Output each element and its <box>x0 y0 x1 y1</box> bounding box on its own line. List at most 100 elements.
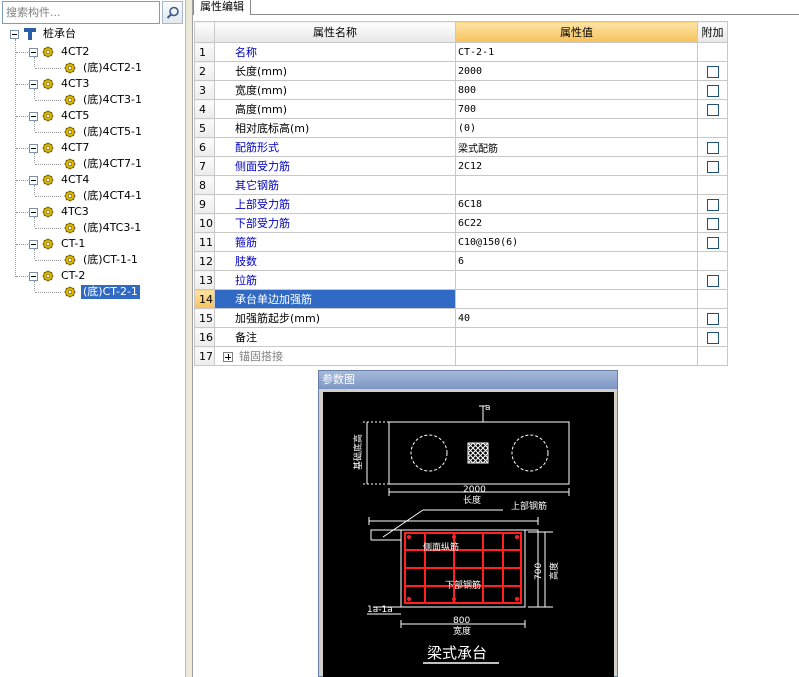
collapse-toggle[interactable] <box>29 47 38 57</box>
extra-checkbox[interactable] <box>706 274 719 287</box>
property-name[interactable]: 下部受力筋 <box>214 213 456 233</box>
tree-node-4ct5[interactable]: 4CT5 <box>29 108 91 124</box>
tree-leaf-ct-2-1[interactable]: (底)CT-2-1 <box>64 284 140 300</box>
tree-leaf-4tc3-1[interactable]: (底)4TC3-1 <box>64 220 143 236</box>
property-value[interactable]: 40 <box>455 308 698 328</box>
tree-leaf-4ct2-1[interactable]: (底)4CT2-1 <box>64 60 144 76</box>
extra-checkbox[interactable] <box>706 331 719 344</box>
extra-cell[interactable] <box>697 156 728 176</box>
property-value[interactable] <box>455 270 698 290</box>
property-name[interactable]: 高度(mm) <box>214 99 456 119</box>
property-value[interactable]: 梁式配筋 <box>455 137 698 157</box>
collapse-toggle[interactable] <box>29 207 38 217</box>
panel-splitter[interactable] <box>186 0 193 677</box>
property-row[interactable]: 10 下部受力筋 6C22 <box>194 213 728 233</box>
extra-cell[interactable] <box>697 308 728 328</box>
property-value-header[interactable]: 属性值 <box>455 21 698 43</box>
property-row[interactable]: 14 承台单边加强筋 <box>194 289 728 309</box>
property-row[interactable]: 13 拉筋 <box>194 270 728 290</box>
property-name[interactable]: 长度(mm) <box>214 61 456 81</box>
tree-leaf-4ct4-1[interactable]: (底)4CT4-1 <box>64 188 144 204</box>
extra-cell[interactable] <box>697 99 728 119</box>
property-value[interactable] <box>455 175 698 195</box>
expand-icon[interactable] <box>223 352 233 362</box>
property-name[interactable]: 其它钢筋 <box>214 175 456 195</box>
property-value[interactable] <box>455 289 698 309</box>
param-diagram-title[interactable]: 参数图 <box>319 371 617 389</box>
tree-leaf-4ct7-1[interactable]: (底)4CT7-1 <box>64 156 144 172</box>
extra-header[interactable]: 附加 <box>697 21 728 43</box>
property-name[interactable]: 配筋形式 <box>214 137 456 157</box>
property-row[interactable]: 17 锚固搭接 <box>194 346 728 366</box>
collapse-toggle[interactable] <box>29 271 38 281</box>
property-value[interactable]: 2000 <box>455 61 698 81</box>
property-value[interactable]: (0) <box>455 118 698 138</box>
extra-cell[interactable] <box>697 80 728 100</box>
extra-checkbox[interactable] <box>706 65 719 78</box>
property-name[interactable]: 承台单边加强筋 <box>214 289 456 309</box>
collapse-toggle[interactable] <box>29 143 38 153</box>
tree-node-4ct3[interactable]: 4CT3 <box>29 76 91 92</box>
property-value[interactable]: 6 <box>455 251 698 271</box>
extra-checkbox[interactable] <box>706 160 719 173</box>
extra-cell[interactable] <box>697 194 728 214</box>
property-row[interactable]: 3 宽度(mm) 800 <box>194 80 728 100</box>
property-row[interactable]: 6 配筋形式 梁式配筋 <box>194 137 728 157</box>
property-value[interactable]: 700 <box>455 99 698 119</box>
extra-checkbox[interactable] <box>706 236 719 249</box>
property-value[interactable]: 6C18 <box>455 194 698 214</box>
property-row[interactable]: 15 加强筋起步(mm) 40 <box>194 308 728 328</box>
extra-checkbox[interactable] <box>706 312 719 325</box>
property-name[interactable]: 备注 <box>214 327 456 347</box>
property-name-header[interactable]: 属性名称 <box>214 21 456 43</box>
property-value[interactable]: 2C12 <box>455 156 698 176</box>
property-name[interactable]: 侧面受力筋 <box>214 156 456 176</box>
tree-node-4tc3[interactable]: 4TC3 <box>29 204 91 220</box>
property-row[interactable]: 12 肢数 6 <box>194 251 728 271</box>
property-name[interactable]: 箍筋 <box>214 232 456 252</box>
collapse-toggle[interactable] <box>29 111 38 121</box>
tree-node-4ct2[interactable]: 4CT2 <box>29 44 91 60</box>
collapse-toggle[interactable] <box>29 239 38 249</box>
tree-root[interactable]: 桩承台 <box>10 26 78 42</box>
extra-checkbox[interactable] <box>706 217 719 230</box>
property-value[interactable] <box>455 346 698 366</box>
collapse-toggle[interactable] <box>29 175 38 185</box>
property-name[interactable]: 拉筋 <box>214 270 456 290</box>
property-name[interactable]: 名称 <box>214 42 456 62</box>
extra-checkbox[interactable] <box>706 84 719 97</box>
tree-leaf-4ct5-1[interactable]: (底)4CT5-1 <box>64 124 144 140</box>
extra-checkbox[interactable] <box>706 198 719 211</box>
extra-cell[interactable] <box>697 137 728 157</box>
property-row[interactable]: 11 箍筋 C10@150(6) <box>194 232 728 252</box>
property-name[interactable]: 相对底标高(m) <box>214 118 456 138</box>
property-value[interactable]: 800 <box>455 80 698 100</box>
tree-node-4ct7[interactable]: 4CT7 <box>29 140 91 156</box>
property-name[interactable]: 锚固搭接 <box>214 346 456 366</box>
tree-leaf-ct-1-1[interactable]: (底)CT-1-1 <box>64 252 140 268</box>
tree-leaf-4ct3-1[interactable]: (底)4CT3-1 <box>64 92 144 108</box>
property-value[interactable]: C10@150(6) <box>455 232 698 252</box>
extra-cell[interactable] <box>697 270 728 290</box>
extra-cell[interactable] <box>697 213 728 233</box>
extra-checkbox[interactable] <box>706 141 719 154</box>
property-row[interactable]: 7 侧面受力筋 2C12 <box>194 156 728 176</box>
search-button[interactable] <box>162 1 183 24</box>
property-row[interactable]: 1 名称 CT-2-1 <box>194 42 728 62</box>
collapse-toggle[interactable] <box>10 29 19 39</box>
tree-node-ct-2[interactable]: CT-2 <box>29 268 87 284</box>
property-name[interactable]: 上部受力筋 <box>214 194 456 214</box>
tree-node-4ct4[interactable]: 4CT4 <box>29 172 91 188</box>
property-row[interactable]: 9 上部受力筋 6C18 <box>194 194 728 214</box>
property-row[interactable]: 2 长度(mm) 2000 <box>194 61 728 81</box>
extra-cell[interactable] <box>697 232 728 252</box>
property-name[interactable]: 宽度(mm) <box>214 80 456 100</box>
property-row[interactable]: 5 相对底标高(m) (0) <box>194 118 728 138</box>
extra-checkbox[interactable] <box>706 103 719 116</box>
property-name[interactable]: 加强筋起步(mm) <box>214 308 456 328</box>
property-name[interactable]: 肢数 <box>214 251 456 271</box>
search-input[interactable] <box>2 1 160 24</box>
collapse-toggle[interactable] <box>29 79 38 89</box>
tab-attribute-edit[interactable]: 属性编辑 <box>193 0 251 15</box>
property-value[interactable]: 6C22 <box>455 213 698 233</box>
